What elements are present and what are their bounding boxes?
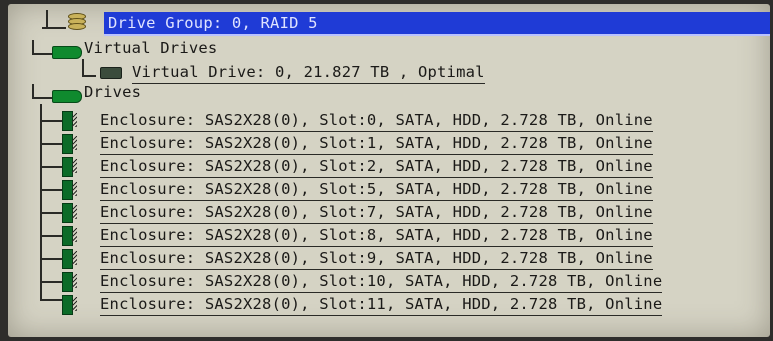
hard-disk-icon bbox=[62, 272, 77, 292]
folder-icon bbox=[52, 90, 82, 103]
hard-disk-icon bbox=[62, 111, 77, 131]
drive-group-label: Drive Group: 0, RAID 5 bbox=[108, 14, 318, 32]
virtual-drives-label: Virtual Drives bbox=[84, 39, 218, 57]
list-item[interactable]: Enclosure: SAS2X28(0), Slot:11, SATA, HD… bbox=[100, 294, 663, 316]
list-item[interactable]: Enclosure: SAS2X28(0), Slot:5, SATA, HDD… bbox=[100, 179, 653, 201]
drive-tree: Drive Group: 0, RAID 5 Virtual Drives Vi… bbox=[8, 4, 770, 337]
drive-label: Enclosure: SAS2X28(0), Slot:11, SATA, HD… bbox=[100, 294, 663, 316]
hard-disk-icon bbox=[62, 295, 77, 315]
list-item[interactable]: Enclosure: SAS2X28(0), Slot:8, SATA, HDD… bbox=[100, 225, 653, 247]
drive-label: Enclosure: SAS2X28(0), Slot:7, SATA, HDD… bbox=[100, 202, 653, 224]
tree-item-drives[interactable]: Drives bbox=[84, 81, 141, 103]
tree-connector bbox=[42, 27, 66, 29]
tree-connector bbox=[40, 166, 62, 168]
database-icon bbox=[68, 13, 86, 31]
drive-label: Enclosure: SAS2X28(0), Slot:8, SATA, HDD… bbox=[100, 225, 653, 247]
tree-item-virtual-drive[interactable]: Virtual Drive: 0, 21.827 TB , Optimal bbox=[132, 62, 485, 84]
drive-label: Enclosure: SAS2X28(0), Slot:9, SATA, HDD… bbox=[100, 248, 653, 270]
tree-connector bbox=[40, 281, 62, 283]
tree-connector bbox=[32, 40, 34, 54]
drive-label: Enclosure: SAS2X28(0), Slot:5, SATA, HDD… bbox=[100, 179, 653, 201]
tree-connector bbox=[40, 212, 62, 214]
tree-connector bbox=[40, 299, 62, 301]
tree-connector bbox=[46, 10, 48, 28]
tree-connector bbox=[32, 53, 52, 55]
tree-item-drive-group[interactable]: Drive Group: 0, RAID 5 bbox=[104, 12, 770, 36]
list-item[interactable]: Enclosure: SAS2X28(0), Slot:7, SATA, HDD… bbox=[100, 202, 653, 224]
list-item[interactable]: Enclosure: SAS2X28(0), Slot:9, SATA, HDD… bbox=[100, 248, 653, 270]
list-item[interactable]: Enclosure: SAS2X28(0), Slot:0, SATA, HDD… bbox=[100, 110, 653, 132]
tree-connector bbox=[32, 84, 34, 98]
tree-connector bbox=[40, 143, 62, 145]
tree-connector bbox=[82, 59, 84, 76]
list-item[interactable]: Enclosure: SAS2X28(0), Slot:1, SATA, HDD… bbox=[100, 133, 653, 155]
hard-disk-icon bbox=[62, 180, 77, 200]
virtual-drive-label: Virtual Drive: 0, 21.827 TB , Optimal bbox=[132, 62, 485, 84]
hard-disk-icon bbox=[62, 134, 77, 154]
tree-connector bbox=[32, 97, 52, 99]
hard-disk-icon bbox=[62, 203, 77, 223]
hard-disk-icon bbox=[62, 226, 77, 246]
drives-label: Drives bbox=[84, 83, 142, 101]
tree-connector bbox=[40, 258, 62, 260]
hard-disk-icon bbox=[62, 249, 77, 269]
tree-item-virtual-drives[interactable]: Virtual Drives bbox=[84, 37, 217, 59]
virtual-drive-icon bbox=[100, 67, 122, 79]
tree-connector bbox=[40, 235, 62, 237]
raid-config-panel: Drive Group: 0, RAID 5 Virtual Drives Vi… bbox=[8, 4, 770, 337]
list-item[interactable]: Enclosure: SAS2X28(0), Slot:2, SATA, HDD… bbox=[100, 156, 653, 178]
tree-connector bbox=[82, 75, 96, 77]
list-item[interactable]: Enclosure: SAS2X28(0), Slot:10, SATA, HD… bbox=[100, 271, 663, 293]
drive-label: Enclosure: SAS2X28(0), Slot:1, SATA, HDD… bbox=[100, 133, 653, 155]
drive-label: Enclosure: SAS2X28(0), Slot:10, SATA, HD… bbox=[100, 271, 663, 293]
tree-connector bbox=[40, 189, 62, 191]
hard-disk-icon bbox=[62, 157, 77, 177]
tree-connector bbox=[40, 120, 62, 122]
folder-icon bbox=[52, 46, 82, 59]
drive-label: Enclosure: SAS2X28(0), Slot:0, SATA, HDD… bbox=[100, 110, 653, 132]
drive-label: Enclosure: SAS2X28(0), Slot:2, SATA, HDD… bbox=[100, 156, 653, 178]
tree-connector bbox=[40, 104, 42, 299]
